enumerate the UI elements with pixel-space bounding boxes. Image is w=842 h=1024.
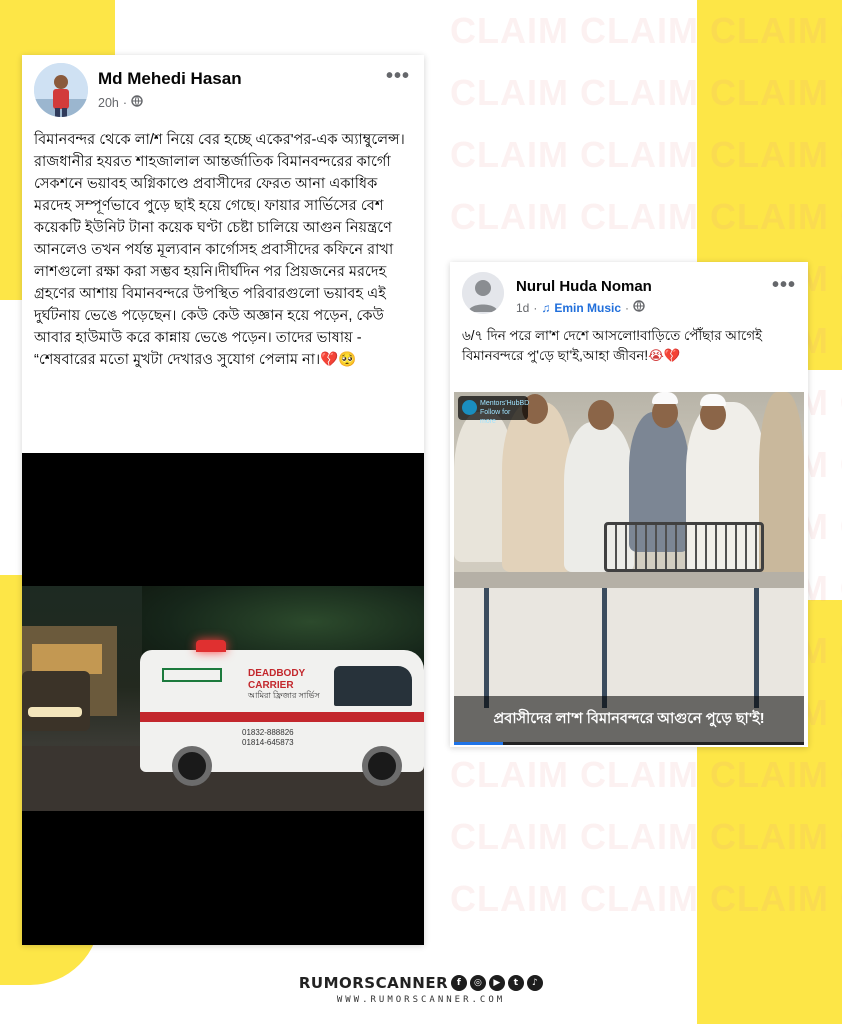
author-name[interactable]: Nurul Huda Noman <box>516 278 652 295</box>
post-header: Nurul Huda Noman 1d · ♫ Emin Music · ••• <box>450 262 808 322</box>
post-body: ৬/৭ দিন পরে লা'শ দেশে আসলো!বাড়িতে পৌঁছা… <box>462 328 763 363</box>
head <box>588 400 614 430</box>
wheel-rear <box>362 746 402 786</box>
coffin-top-band <box>454 572 804 588</box>
channel-logo-chip: Mentors'HubBD Follow for more <box>458 396 530 425</box>
avatar[interactable] <box>462 272 504 314</box>
prayer-cap <box>652 392 678 404</box>
footer: RUMORSCANNER f ◎ ▶ t ♪ WWW.RUMORSCANNER.… <box>0 974 842 1005</box>
more-options-icon[interactable]: ••• <box>772 274 796 297</box>
video-caption-text: প্রবাসীদের লা'শ বিমানবন্দরে আগুনে পুড়ে … <box>493 711 765 727</box>
youtube-icon[interactable]: ▶ <box>489 975 506 991</box>
twitter-icon[interactable]: t <box>508 975 525 991</box>
video-frame-ambulance: DEADBODY CARRIER আমিরা ফ্রিজার সার্ভিস 0… <box>22 586 424 811</box>
meta-separator-2: · <box>625 300 630 315</box>
music-link[interactable]: Emin Music <box>554 301 621 315</box>
ambulance: DEADBODY CARRIER আমিরা ফ্রিজার সার্ভিস 0… <box>140 650 424 786</box>
post-video[interactable]: Mentors'HubBD Follow for more প্রবাসীদের… <box>454 392 804 745</box>
person <box>759 392 804 582</box>
ambulance-phones: 01832-888826 01814-645873 <box>242 728 294 748</box>
prayer-cap <box>700 394 726 406</box>
channel-name: Mentors'HubBD <box>480 400 530 407</box>
post-text: ৬/৭ দিন পরে লা'শ দেশে আসলো!বাড়িতে পৌঁছা… <box>462 324 796 390</box>
ambulance-logo <box>162 668 222 682</box>
ambulance-label: DEADBODY CARRIER <box>248 668 305 692</box>
ambulance-window <box>334 666 412 706</box>
post-meta: 20h · <box>98 95 143 110</box>
meta-separator: · <box>122 95 128 110</box>
author-name[interactable]: Md Mehedi Hasan <box>98 69 242 89</box>
profile-photo <box>34 63 88 117</box>
ambulance-label-line1: DEADBODY <box>248 668 306 679</box>
video-caption: প্রবাসীদের লা'শ বিমানবন্দরে আগুনে পুড়ে … <box>454 696 804 745</box>
music-note-icon: ♫ <box>541 300 551 315</box>
post-time[interactable]: 20h <box>98 96 119 110</box>
post-body: বিমানবন্দর থেকে লা/শ নিয়ে বের হচ্ছে একে… <box>34 132 405 368</box>
avatar[interactable] <box>34 63 88 117</box>
coffin-strap <box>754 588 759 708</box>
metal-rail <box>604 522 764 572</box>
ambulance-phone-1: 01832-888826 <box>242 728 294 737</box>
brand-name: RUMORSCANNER <box>298 974 449 992</box>
post-meta: 1d · ♫ Emin Music · <box>516 300 645 315</box>
emoji-crying-broken-heart: 😭💔 <box>648 349 681 364</box>
emoji-broken-heart-pleading: 💔🥺 <box>320 351 357 368</box>
brand-url[interactable]: WWW.RUMORSCANNER.COM <box>0 995 842 1005</box>
ambulance-service-name: আমিরা ফ্রিজার সার্ভিস <box>248 691 320 700</box>
more-options-icon[interactable]: ••• <box>386 65 410 88</box>
wheel-front <box>172 746 212 786</box>
facebook-icon[interactable]: f <box>451 975 468 991</box>
tiktok-icon[interactable]: ♪ <box>527 975 544 991</box>
facebook-post-1: Md Mehedi Hasan 20h · ••• বিমানবন্দর থেক… <box>22 55 424 945</box>
facebook-post-2: Nurul Huda Noman 1d · ♫ Emin Music · •••… <box>450 262 808 747</box>
post-video[interactable]: DEADBODY CARRIER আমিরা ফ্রিজার সার্ভিস 0… <box>22 453 424 945</box>
globe-icon <box>131 95 143 110</box>
car-left <box>22 671 90 731</box>
video-progress-bar[interactable] <box>454 742 503 745</box>
coffin-strap <box>602 588 607 708</box>
meta-separator: · <box>533 300 538 315</box>
post-header: Md Mehedi Hasan 20h · ••• <box>22 55 424 123</box>
ambulance-stripe <box>140 712 424 722</box>
ambulance-phone-2: 01814-645873 <box>242 738 294 747</box>
siren-light <box>196 640 226 652</box>
instagram-icon[interactable]: ◎ <box>470 975 487 991</box>
brand: RUMORSCANNER f ◎ ▶ t ♪ <box>298 974 544 992</box>
post-time[interactable]: 1d <box>516 301 529 315</box>
globe-icon <box>633 300 645 315</box>
channel-tagline: Follow for more <box>480 409 511 425</box>
coffin-strap <box>484 588 489 708</box>
person <box>502 402 572 572</box>
default-avatar-icon <box>462 272 504 314</box>
post-text: বিমানবন্দর থেকে লা/শ নিয়ে বের হচ্ছে একে… <box>22 123 424 453</box>
